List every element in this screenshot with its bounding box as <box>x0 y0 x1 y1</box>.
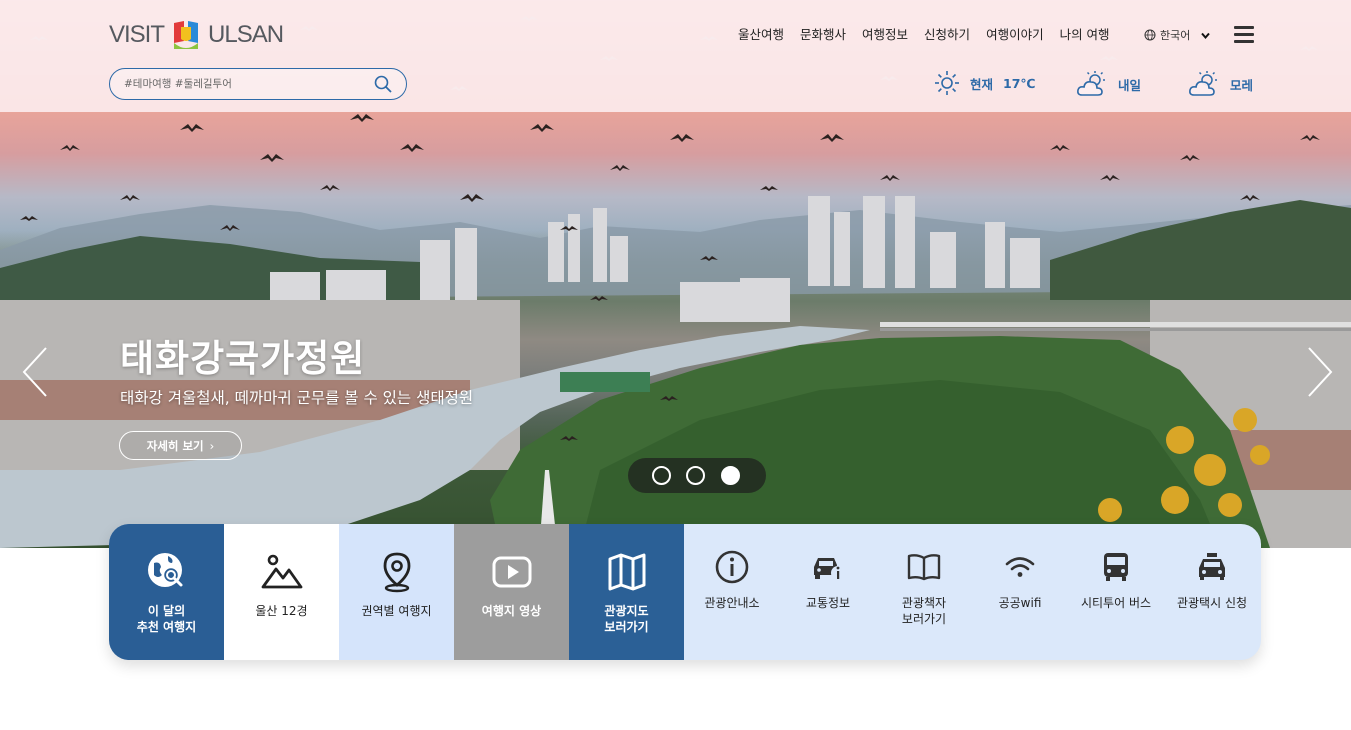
quick-label: 울산 12경 <box>255 604 308 618</box>
mountain-icon <box>261 554 302 589</box>
nav-item-ulsan-travel[interactable]: 울산여행 <box>738 26 784 44</box>
quick-label: 관광책자 보러가기 <box>901 596 947 626</box>
wifi-icon <box>1005 557 1035 577</box>
quick-label: 공공wifi <box>998 596 1042 610</box>
quick-label: 관광안내소 <box>704 596 760 610</box>
quick-item-public-wifi[interactable]: 공공wifi <box>972 524 1068 660</box>
partly-cloudy-icon <box>1189 71 1217 96</box>
weather-day-after-label: 모레 <box>1230 77 1254 93</box>
menu-bar <box>1234 33 1254 36</box>
quick-label: 관광택시 신청 <box>1176 596 1248 610</box>
globe-search-icon <box>147 553 182 587</box>
sun-icon <box>935 71 959 95</box>
slide-pagination <box>628 458 766 493</box>
weather-tomorrow: 내일 <box>1076 70 1141 98</box>
quick-item-monthly-recommended[interactable]: 이 달의 추천 여행지 <box>109 524 224 660</box>
bus-icon <box>1104 553 1128 581</box>
slide-prev-arrow-icon[interactable] <box>20 346 50 398</box>
slide-dot-2[interactable] <box>686 466 705 485</box>
quick-label: 교통정보 <box>805 596 851 610</box>
slide-next-arrow-icon[interactable] <box>1305 346 1335 398</box>
hamburger-menu-button[interactable] <box>1234 26 1254 44</box>
taxi-icon <box>1199 553 1225 580</box>
language-label: 한국어 <box>1160 29 1191 42</box>
main-navigation: 울산여행 문화행사 여행정보 신청하기 여행이야기 나의 여행 <box>738 26 1126 44</box>
quick-item-tourist-brochure[interactable]: 관광책자 보러가기 <box>876 524 972 660</box>
menu-bar <box>1234 40 1254 43</box>
slide-more-label: 자세히 보기 <box>146 438 204 453</box>
quick-menu: 이 달의 추천 여행지 울산 12경 권역별 여행지 여행지 영상 관광지도 보… <box>109 524 1261 660</box>
quick-item-traffic-info[interactable]: 교통정보 <box>780 524 876 660</box>
language-selector[interactable]: 한국어 <box>1144 27 1211 43</box>
partly-cloudy-icon <box>1077 71 1105 96</box>
quick-item-travel-videos[interactable]: 여행지 영상 <box>454 524 569 660</box>
search-icon[interactable] <box>374 75 392 93</box>
slide-dot-1[interactable] <box>652 466 671 485</box>
nav-item-travel-info[interactable]: 여행정보 <box>862 26 908 44</box>
book-icon <box>907 554 941 581</box>
weather-now-temperature: 17℃ <box>1003 75 1036 91</box>
slide-description: 태화강 겨울철새, 떼까마귀 군무를 볼 수 있는 생태정원 <box>120 389 474 407</box>
weather-tomorrow-label: 내일 <box>1118 77 1142 93</box>
slide-title: 태화강국가정원 <box>120 337 366 380</box>
chevron-down-icon <box>1201 32 1211 39</box>
quick-item-tourist-info-center[interactable]: 관광안내소 <box>684 524 780 660</box>
ulsan-logo-mark-icon <box>174 21 199 49</box>
page: VISIT ULSAN 울산여행 문화행사 여행정보 신청하기 여행이야기 나의… <box>0 0 1351 730</box>
search-input[interactable] <box>124 75 364 93</box>
logo-text-right: ULSAN <box>208 21 284 48</box>
quick-label: 관광지도 보러가기 <box>604 604 649 634</box>
nav-item-apply[interactable]: 신청하기 <box>924 26 970 44</box>
menu-bar <box>1234 26 1254 29</box>
car-info-icon <box>814 558 845 580</box>
weather-now: 현재 17℃ <box>934 70 1036 96</box>
quick-label: 시티투어 버스 <box>1080 596 1152 610</box>
site-logo[interactable]: VISIT ULSAN <box>109 18 284 52</box>
nav-item-travel-stories[interactable]: 여행이야기 <box>986 26 1044 44</box>
map-pin-icon <box>383 552 410 593</box>
slide-dot-3[interactable] <box>721 466 740 485</box>
info-icon <box>715 550 749 584</box>
chevron-right-icon: › <box>209 438 215 453</box>
quick-item-ulsan-12-views[interactable]: 울산 12경 <box>224 524 339 660</box>
slide-more-button[interactable]: 자세히 보기 › <box>119 431 242 460</box>
weather-day-after-tomorrow: 모레 <box>1188 70 1253 98</box>
site-header: VISIT ULSAN 울산여행 문화행사 여행정보 신청하기 여행이야기 나의… <box>0 0 1351 112</box>
quick-item-city-tour-bus[interactable]: 시티투어 버스 <box>1068 524 1164 660</box>
search-box <box>109 68 407 100</box>
folded-map-icon <box>608 553 645 591</box>
quick-label: 이 달의 추천 여행지 <box>136 604 197 634</box>
quick-label: 여행지 영상 <box>481 604 542 618</box>
nav-item-culture-events[interactable]: 문화행사 <box>800 26 846 44</box>
logo-text-left: VISIT <box>109 21 165 48</box>
quick-item-tourist-map[interactable]: 관광지도 보러가기 <box>569 524 684 660</box>
quick-item-regional-destinations[interactable]: 권역별 여행지 <box>339 524 454 660</box>
quick-label: 권역별 여행지 <box>361 604 432 618</box>
weather-now-label: 현재 <box>970 76 994 92</box>
play-video-icon <box>492 556 531 588</box>
nav-item-my-trip[interactable]: 나의 여행 <box>1060 26 1110 44</box>
quick-item-tourist-taxi[interactable]: 관광택시 신청 <box>1164 524 1260 660</box>
globe-icon <box>1144 29 1156 41</box>
